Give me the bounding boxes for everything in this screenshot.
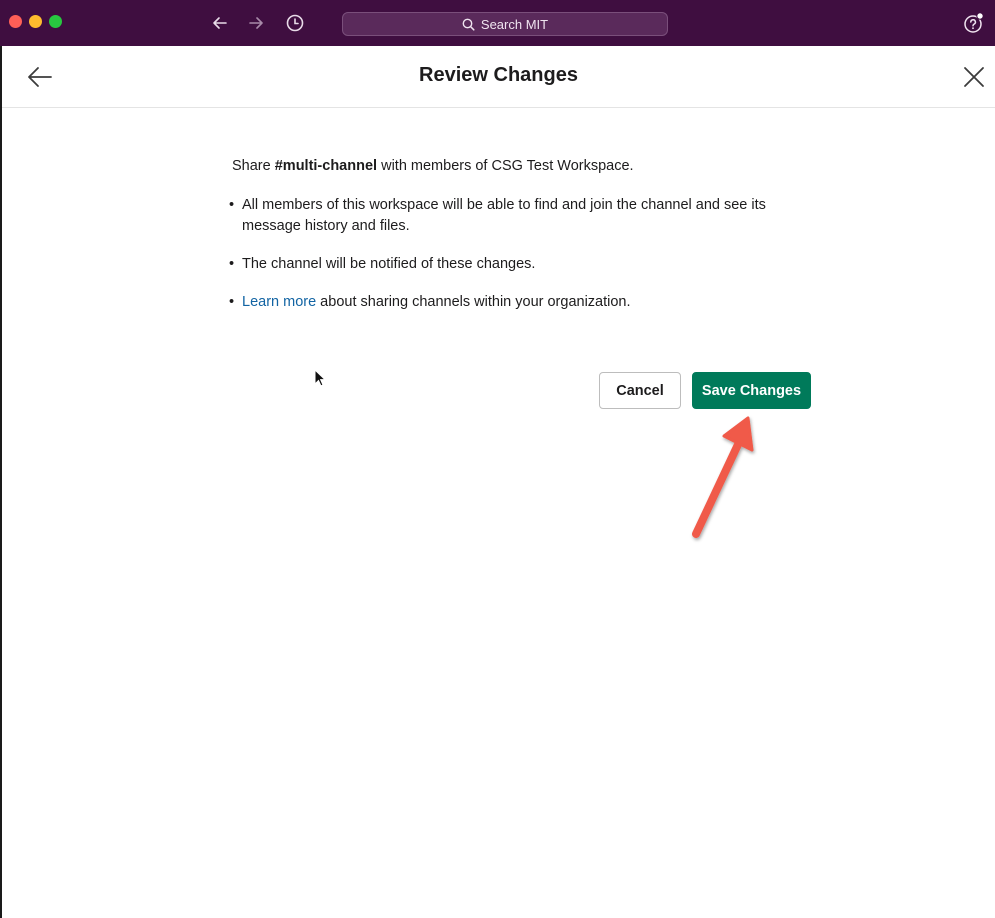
title-bar: Search MIT	[0, 0, 995, 46]
close-icon[interactable]	[961, 64, 987, 90]
list-item: The channel will be notified of these ch…	[229, 254, 812, 275]
list-item: All members of this workspace will be ab…	[229, 195, 812, 237]
help-icon[interactable]	[963, 12, 985, 34]
intro-prefix: Share	[232, 158, 275, 174]
change-list: All members of this workspace will be ab…	[229, 195, 812, 313]
modal-header: Review Changes	[2, 46, 995, 108]
annotation-arrow	[692, 416, 754, 538]
channel-name: #multi-channel	[274, 158, 378, 174]
app-window	[0, 0, 995, 918]
minimize-window-button[interactable]	[29, 15, 42, 28]
cancel-button[interactable]: Cancel	[599, 372, 681, 409]
mouse-cursor-icon	[314, 369, 326, 387]
intro-suffix: with members of CSG Test Workspace.	[377, 158, 634, 174]
search-icon	[462, 18, 475, 31]
history-clock-icon[interactable]	[284, 12, 306, 34]
review-content: Share #multi-channel with members of CSG…	[229, 156, 812, 330]
share-summary: Share #multi-channel with members of CSG…	[232, 156, 812, 177]
history-back-icon[interactable]	[209, 12, 231, 34]
close-window-button[interactable]	[9, 15, 22, 28]
search-placeholder: Search MIT	[480, 16, 549, 32]
zoom-window-button[interactable]	[49, 15, 62, 28]
learn-more-text: about sharing channels within your organ…	[316, 294, 631, 310]
search-bar[interactable]: Search MIT	[342, 12, 668, 36]
history-forward-icon[interactable]	[245, 12, 267, 34]
list-item: Learn more about sharing channels within…	[229, 292, 812, 313]
save-changes-button[interactable]: Save Changes	[692, 372, 811, 409]
page-title: Review Changes	[419, 64, 578, 86]
learn-more-link[interactable]: Learn more	[242, 294, 316, 310]
